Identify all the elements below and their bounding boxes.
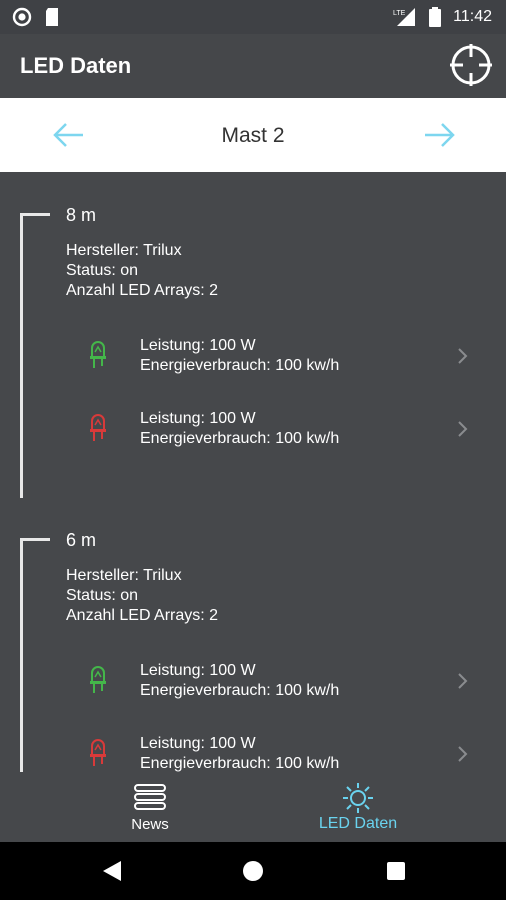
led-array-info: Leistung: 100 W Energieverbrauch: 100 kw… <box>140 734 339 772</box>
led-icon <box>90 414 106 441</box>
manufacturer-text: Hersteller: Trilux <box>66 242 182 259</box>
group-bracket <box>20 538 50 772</box>
record-icon <box>12 7 32 27</box>
led-array-info: Leistung: 100 W Energieverbrauch: 100 kw… <box>140 336 339 376</box>
next-mast-button[interactable] <box>422 119 456 151</box>
status-bar: LTE 11:42 <box>0 0 506 34</box>
status-text: Status: on <box>66 587 139 604</box>
energy-text: Energieverbrauch: 100 kw/h <box>140 357 340 374</box>
energy-text: Energieverbrauch: 100 kw/h <box>140 430 340 447</box>
nav-tab-led-daten-label: LED Daten <box>318 815 398 832</box>
led-icon <box>90 666 106 693</box>
chevron-right-icon <box>458 348 468 364</box>
status-text: Status: on <box>66 262 139 279</box>
power-text: Leistung: 100 W <box>140 735 256 752</box>
array-count-text: Anzahl LED Arrays: 2 <box>66 607 219 624</box>
power-text: Leistung: 100 W <box>140 410 256 427</box>
led-array-row[interactable]: Leistung: 100 W Energieverbrauch: 100 kw… <box>60 330 480 388</box>
status-time: 11:42 <box>453 8 492 25</box>
height-group: 8 m Hersteller: Trilux Status: on Anzahl… <box>0 172 506 498</box>
manufacturer-text: Hersteller: Trilux <box>66 567 182 584</box>
led-array-info: Leistung: 100 W Energieverbrauch: 100 kw… <box>140 661 339 701</box>
led-array-row[interactable]: Leistung: 100 W Energieverbrauch: 100 kw… <box>60 728 480 772</box>
array-count-text: Anzahl LED Arrays: 2 <box>66 282 219 299</box>
sd-card-icon <box>46 8 58 26</box>
back-icon[interactable] <box>101 859 123 883</box>
energy-text: Energieverbrauch: 100 kw/h <box>140 682 340 699</box>
crosshair-icon <box>450 44 492 86</box>
status-right: LTE 11:42 <box>393 6 492 28</box>
led-list[interactable]: 8 m Hersteller: Trilux Status: on Anzahl… <box>0 172 506 772</box>
chevron-right-icon <box>458 673 468 689</box>
system-navigation-bar <box>0 842 506 900</box>
svg-text:LTE: LTE <box>393 10 406 17</box>
locate-button[interactable] <box>448 42 494 88</box>
home-icon[interactable] <box>242 860 264 882</box>
bottom-navigation: News LED Daten <box>0 772 506 842</box>
app-bar: LED Daten <box>0 34 506 98</box>
recents-icon[interactable] <box>387 862 405 880</box>
group-info: Hersteller: Trilux Status: on Anzahl LED… <box>66 566 218 626</box>
battery-icon <box>429 7 442 27</box>
group-info: Hersteller: Trilux Status: on Anzahl LED… <box>66 241 218 301</box>
height-group: 6 m Hersteller: Trilux Status: on Anzahl… <box>0 497 506 772</box>
led-icon <box>90 341 106 368</box>
status-left <box>12 7 60 27</box>
sun-icon <box>343 783 373 813</box>
power-text: Leistung: 100 W <box>140 337 256 354</box>
nav-tab-led-daten[interactable]: LED Daten <box>230 772 486 842</box>
signal-icon: LTE <box>393 8 416 26</box>
mast-navigator: Mast 2 <box>0 98 506 172</box>
group-height: 8 m <box>66 205 97 225</box>
group-height: 6 m <box>66 530 97 550</box>
power-text: Leistung: 100 W <box>140 662 256 679</box>
chevron-right-icon <box>458 421 468 437</box>
led-icon <box>90 739 106 766</box>
arrow-right-icon <box>425 123 455 147</box>
news-icon <box>134 784 166 810</box>
led-array-row[interactable]: Leistung: 100 W Energieverbrauch: 100 kw… <box>60 403 480 461</box>
led-array-info: Leistung: 100 W Energieverbrauch: 100 kw… <box>140 409 339 449</box>
chevron-right-icon <box>458 746 468 762</box>
energy-text: Energieverbrauch: 100 kw/h <box>140 755 340 772</box>
led-array-row[interactable]: Leistung: 100 W Energieverbrauch: 100 kw… <box>60 655 480 713</box>
page-title: LED Daten <box>20 53 132 78</box>
group-bracket <box>20 213 50 498</box>
